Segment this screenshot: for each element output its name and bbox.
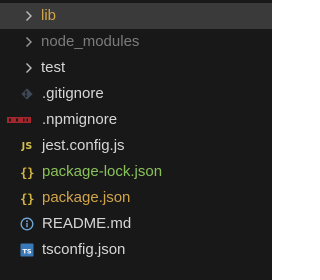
json-icon: {} <box>19 164 35 180</box>
javascript-icon: JS <box>21 140 33 152</box>
info-icon <box>19 211 35 237</box>
file-explorer: lib node_modules test .gitignore .npmign… <box>0 0 272 280</box>
tree-item-package-json[interactable]: {} package.json <box>0 185 272 211</box>
tree-item-package-lock[interactable]: {} package-lock.json <box>0 159 272 185</box>
tree-item-label: jest.config.js <box>42 137 125 154</box>
typescript-config-icon: TS <box>19 237 35 263</box>
tree-item-npmignore[interactable]: .npmignore <box>0 107 272 133</box>
chevron-right-icon[interactable] <box>23 3 35 29</box>
tree-item-tsconfig[interactable]: TS tsconfig.json <box>0 237 272 263</box>
tree-item-lib[interactable]: lib <box>0 3 272 29</box>
chevron-right-icon[interactable] <box>23 29 35 55</box>
tree-item-label: node_modules <box>41 33 140 50</box>
json-icon: {} <box>19 190 35 206</box>
tree-item-label: test <box>41 59 66 76</box>
tree-item-label: .gitignore <box>42 85 104 102</box>
npm-icon <box>6 107 32 133</box>
tree-item-jest-config[interactable]: JS jest.config.js <box>0 133 272 159</box>
svg-text:TS: TS <box>22 248 31 256</box>
tree-item-node-modules[interactable]: node_modules <box>0 29 272 55</box>
window-edge <box>272 0 288 280</box>
tree-item-label: README.md <box>42 215 132 232</box>
tree-item-label: package.json <box>42 189 131 206</box>
tree-item-gitignore[interactable]: .gitignore <box>0 81 272 107</box>
tree-item-label: .npmignore <box>42 111 118 128</box>
tree-item-readme[interactable]: README.md <box>0 211 272 237</box>
tree-item-label: tsconfig.json <box>42 241 126 258</box>
git-icon <box>19 81 35 107</box>
chevron-right-icon[interactable] <box>23 55 35 81</box>
tree-item-test[interactable]: test <box>0 55 272 81</box>
tree-item-label: lib <box>41 7 57 24</box>
tree-item-label: package-lock.json <box>42 163 163 180</box>
